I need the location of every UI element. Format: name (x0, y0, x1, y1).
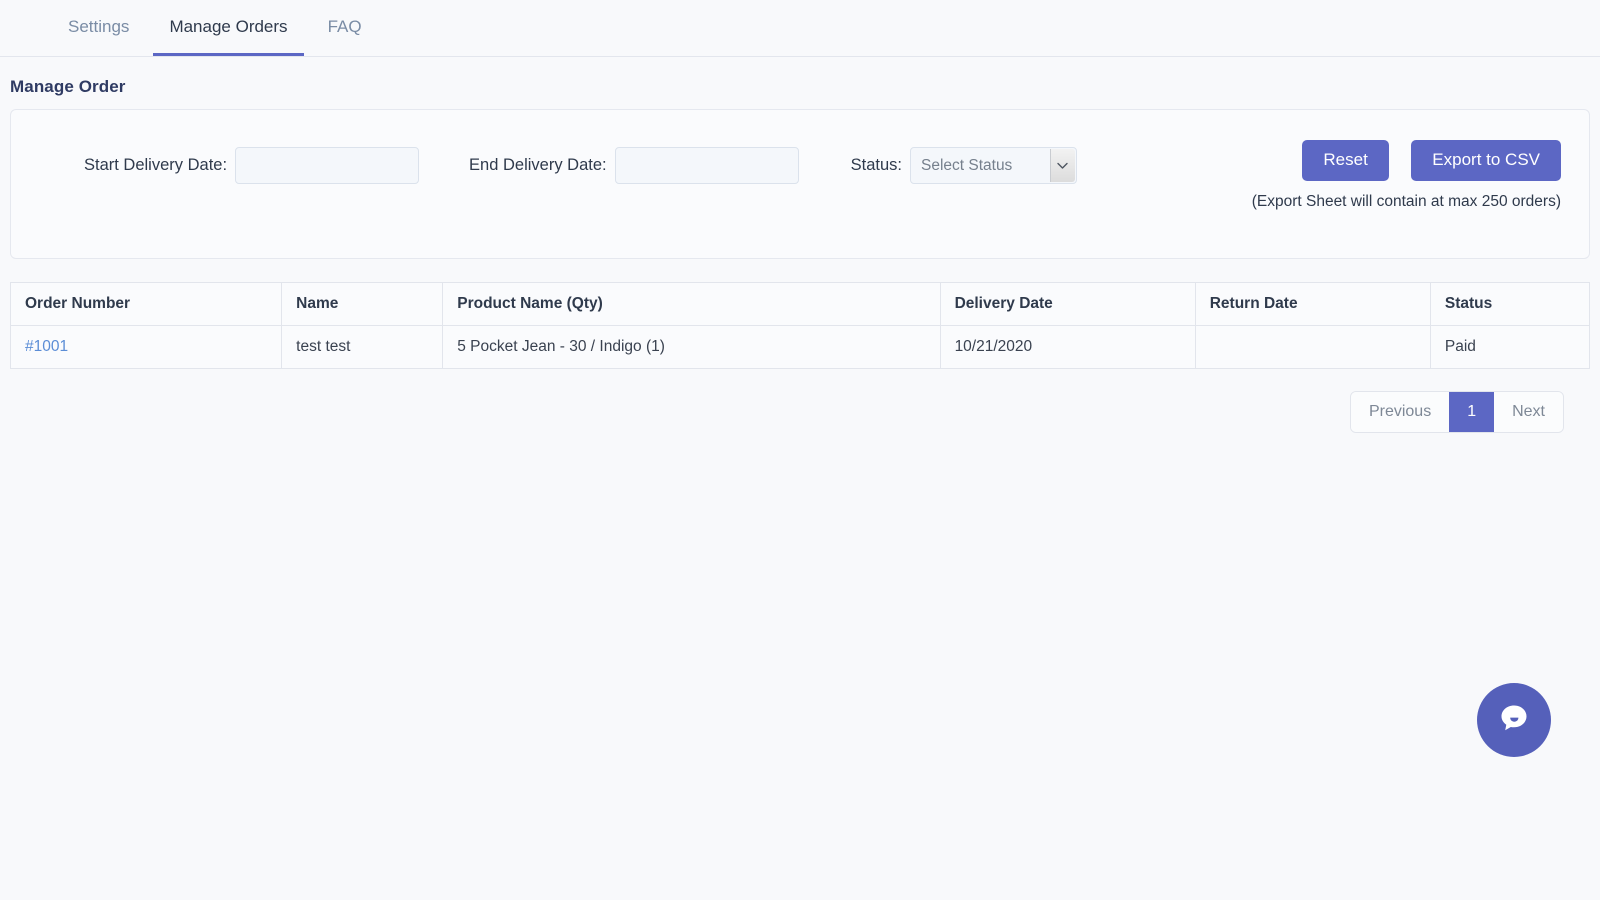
pagination: Previous 1 Next (1350, 391, 1564, 433)
tab-settings[interactable]: Settings (52, 0, 145, 56)
pagination-row: Previous 1 Next (0, 369, 1600, 433)
table-row: #1001 test test 5 Pocket Jean - 30 / Ind… (11, 326, 1590, 369)
cell-return-date (1195, 326, 1430, 369)
pagination-previous-button[interactable]: Previous (1351, 392, 1449, 432)
column-header-order-number: Order Number (11, 283, 282, 326)
filter-panel: Start Delivery Date: End Delivery Date: … (10, 109, 1590, 259)
status-select[interactable]: Select Status (910, 147, 1077, 184)
column-header-product-name: Product Name (Qty) (443, 283, 940, 326)
end-delivery-date-input[interactable] (615, 147, 799, 184)
orders-table-body: #1001 test test 5 Pocket Jean - 30 / Ind… (11, 326, 1590, 369)
table-header-row: Order Number Name Product Name (Qty) Del… (11, 283, 1590, 326)
tab-faq-label: FAQ (328, 18, 362, 35)
column-header-status: Status (1430, 283, 1589, 326)
cell-product-name: 5 Pocket Jean - 30 / Indigo (1) (443, 326, 940, 369)
chat-widget-button[interactable] (1477, 683, 1551, 757)
tab-settings-label: Settings (68, 18, 129, 35)
order-number-link[interactable]: #1001 (25, 338, 68, 355)
cell-order-number: #1001 (11, 326, 282, 369)
orders-table-head: Order Number Name Product Name (Qty) Del… (11, 283, 1590, 326)
reset-button[interactable]: Reset (1302, 140, 1388, 181)
column-header-return-date: Return Date (1195, 283, 1430, 326)
cell-delivery-date: 10/21/2020 (940, 326, 1195, 369)
cell-name: test test (282, 326, 443, 369)
chat-bubble-icon (1496, 700, 1532, 741)
page-title: Manage Order (0, 57, 1600, 109)
start-delivery-date-label: Start Delivery Date: (84, 156, 227, 175)
end-delivery-date-label: End Delivery Date: (469, 156, 607, 175)
status-label: Status: (851, 156, 902, 175)
start-delivery-date-input[interactable] (235, 147, 419, 184)
pagination-page-1-button[interactable]: 1 (1449, 392, 1494, 432)
cell-status: Paid (1430, 326, 1589, 369)
column-header-delivery-date: Delivery Date (940, 283, 1195, 326)
pagination-next-button[interactable]: Next (1494, 392, 1563, 432)
tab-faq[interactable]: FAQ (312, 0, 378, 56)
orders-table-container: Order Number Name Product Name (Qty) Del… (10, 282, 1590, 369)
column-header-name: Name (282, 283, 443, 326)
chevron-down-icon[interactable] (1050, 149, 1075, 182)
filter-actions: Reset Export to CSV (Export Sheet will c… (1252, 140, 1561, 211)
export-note: (Export Sheet will contain at max 250 or… (1252, 193, 1561, 211)
export-to-csv-button[interactable]: Export to CSV (1411, 140, 1561, 181)
orders-table: Order Number Name Product Name (Qty) Del… (10, 282, 1590, 369)
main-tab-bar: Settings Manage Orders FAQ (0, 0, 1600, 57)
tab-manage-orders[interactable]: Manage Orders (153, 0, 303, 56)
tab-manage-orders-label: Manage Orders (169, 18, 287, 35)
status-select-value: Select Status (911, 157, 1012, 175)
